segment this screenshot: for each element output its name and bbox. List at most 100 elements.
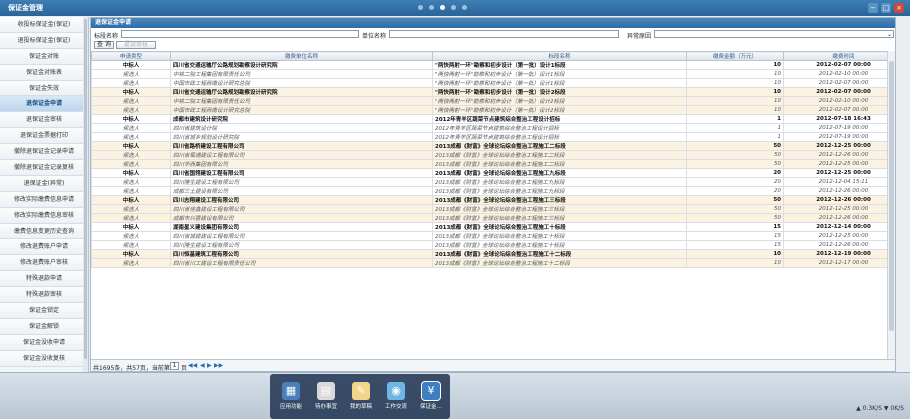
prev-page-icon[interactable]: ◀ xyxy=(200,362,205,369)
window-title: 保证金管理 xyxy=(8,4,43,12)
sidebar-item[interactable]: 特殊退款审核 xyxy=(0,287,88,304)
column-header[interactable]: 标段名称 xyxy=(432,51,687,61)
sidebar-item[interactable]: 缴费信息变更历史查询 xyxy=(0,223,88,240)
maximize-button[interactable]: □ xyxy=(881,3,891,13)
table-row[interactable]: 中标人 四川省路桥建设工程有限公司 2013成都《财富》全球论坛综合整治工程施工二标… xyxy=(91,141,895,151)
table-cell: 2012-07-19 00:00 xyxy=(783,123,895,133)
table-row[interactable]: 候选人 中铁二院工程集团有限责任公司 "两快两射一环"勘察和初步设计（第一批）设计1… xyxy=(91,69,895,79)
table-cell: 中标人 xyxy=(91,87,171,97)
table-cell: 1 xyxy=(686,132,784,142)
unit-name-input[interactable] xyxy=(389,30,619,38)
grid-body: 中标人 四川省交通运输厅公路规划勘察设计研究院 "两快两射一环"勘察和初步设计（第一… xyxy=(91,60,895,268)
table-cell: 中标人 xyxy=(91,222,171,232)
table-row[interactable]: 候选人 四川省城建建设工程有限公司 2013成都《财富》全球论坛综合整治工程施工十标… xyxy=(91,231,895,241)
page-dot-active[interactable] xyxy=(440,5,445,10)
table-row[interactable]: 中标人 四川恒基建筑工程有限公司 2013成都《财富》全球论坛综合整治工程施工十二标… xyxy=(91,249,895,259)
first-page-icon[interactable]: ◀◀ xyxy=(188,362,197,369)
table-cell: 中标人 xyxy=(91,249,171,259)
table-row[interactable]: 候选人 四川隆生建设工程有限公司 2013成都《财富》全球论坛综合整治工程施工十标段… xyxy=(91,240,895,250)
sidebar-scrollbar[interactable] xyxy=(83,17,88,372)
query-button[interactable]: 查 询 xyxy=(94,41,114,49)
sidebar-item[interactable]: 退保证金审核 xyxy=(0,112,88,129)
table-row[interactable]: 候选人 成都三土建设有限公司 2013成都《财富》全球论坛综合整治工程施工九标段 20… xyxy=(91,186,895,196)
dock-app[interactable]: ◉ 工作交流 xyxy=(381,382,411,410)
sidebar-item[interactable]: 保证金没收申请 xyxy=(0,334,88,351)
table-cell: 四川省路桥建设工程有限公司 xyxy=(170,141,433,151)
close-button[interactable]: × xyxy=(894,3,904,13)
sidebar-item[interactable]: 撤除退保证金记录复核 xyxy=(0,160,88,176)
sidebar-item[interactable]: 保证金对账表 xyxy=(0,64,88,81)
table-row[interactable]: 候选人 中国市政工程西南设计研究总院 "两快两射一环"勘察和初步设计（第一批）设计1… xyxy=(91,78,895,88)
abnormal-reason-select[interactable]: ⌄ xyxy=(654,30,894,38)
table-cell: 1 xyxy=(686,123,784,133)
table-cell: 候选人 xyxy=(91,258,171,268)
table-cell: 50 xyxy=(686,195,784,205)
table-cell: 候选人 xyxy=(91,159,171,169)
column-header[interactable]: 缴费时间 xyxy=(783,51,895,61)
dock-app-label: 待办事宜 xyxy=(314,404,337,410)
action-bar: 查 询 提请审核 xyxy=(91,40,895,51)
table-cell: 2012年青羊区蔬菜节点建筑综合整治工程设计招标 xyxy=(432,132,687,142)
table-cell: 50 xyxy=(686,150,784,160)
dock-app[interactable]: ▦ 应用功能 xyxy=(276,382,306,410)
table-row[interactable]: 候选人 中铁二院工程集团有限责任公司 "两快两射一环"勘察和初步设计（第一批）设计2… xyxy=(91,96,895,106)
sidebar-item[interactable]: 退保证金票据打印 xyxy=(0,128,88,145)
submit-review-button[interactable]: 提请审核 xyxy=(116,41,156,49)
sidebar-item[interactable]: 收投标保证金(保证) xyxy=(0,17,88,33)
pager-suffix: 页 xyxy=(181,365,188,372)
table-row[interactable]: 候选人 四川省城乡规划设计研究院 2012年青羊区蔬菜节点建筑综合整治工程设计招标 1… xyxy=(91,132,895,142)
page-dot[interactable] xyxy=(418,5,423,10)
table-cell: 候选人 xyxy=(91,150,171,160)
sidebar-item[interactable]: 退投标保证金(保证) xyxy=(0,32,88,49)
last-page-icon[interactable]: ▶▶ xyxy=(214,362,223,369)
sidebar-item[interactable]: 撤除退保证金记录申请 xyxy=(0,144,88,161)
sidebar-item[interactable]: 退保证金申请 xyxy=(0,96,88,113)
table-row[interactable]: 中标人 四川志翔建设工程有限公司 2013成都《财富》全球论坛综合整治工程施工三标段… xyxy=(91,195,895,205)
sidebar-item[interactable]: 修改实际缴费信息审核 xyxy=(0,207,88,224)
table-row[interactable]: 候选人 四川华西集团有限公司 2013成都《财富》全球论坛综合整治工程施工二标段 50… xyxy=(91,159,895,169)
dock-app[interactable]: ✎ 我的草稿 xyxy=(346,382,376,410)
table-row[interactable]: 候选人 四川隆生建设工程有限公司 2013成都《财富》全球论坛综合整治工程施工九标段… xyxy=(91,177,895,187)
abnormal-label: 异常原因 xyxy=(627,33,652,40)
grid-scroll-thumb[interactable] xyxy=(889,61,894,331)
page-number-input[interactable]: 1 xyxy=(170,362,179,370)
dock-app[interactable]: ¥ 保证金… xyxy=(416,382,446,410)
sidebar-item[interactable]: 修改退费账户审核 xyxy=(0,255,88,272)
table-cell: 2012-12-04 15:11 xyxy=(783,177,895,187)
table-row[interactable]: 候选人 四川省建筑设计院 2012年青羊区蔬菜节点建筑综合整治工程设计招标 1 2012… xyxy=(91,123,895,133)
sidebar-item[interactable]: 保证金没收复核 xyxy=(0,350,88,367)
sidebar-item[interactable]: 保证金解锁 xyxy=(0,318,88,335)
column-header[interactable]: 缴费金额（万元） xyxy=(686,51,784,61)
table-row[interactable]: 中标人 四川省交通运输厅公路规划勘察设计研究院 "两快两射一环"勘察和初步设计（第一… xyxy=(91,87,895,97)
table-cell: 2012-02-07 00:00 xyxy=(783,87,895,97)
table-row[interactable]: 中标人 成都市建筑设计研究院 2012年青羊区蔬菜节点建筑综合整治工程设计招标 1 20… xyxy=(91,114,895,124)
column-header[interactable]: 缴费单位名称 xyxy=(170,51,433,61)
tender-name-input[interactable] xyxy=(121,30,359,38)
table-row[interactable]: 候选人 四川省佳鑫建设工程有限公司 2013成都《财富》全球论坛综合整治工程施工三标… xyxy=(91,204,895,214)
sidebar-item[interactable]: 修改实际缴费信息申请 xyxy=(0,191,88,208)
table-row[interactable]: 候选人 四川省川工建设工程有限责任公司 2013成都《财富》全球论坛综合整治工程施工… xyxy=(91,258,895,268)
page-dot[interactable] xyxy=(462,5,467,10)
table-row[interactable]: 候选人 四川省蜀通建设工程有限公司 2013成都《财富》全球论坛综合整治工程施工二标… xyxy=(91,150,895,160)
sidebar-item[interactable]: 保证金对账 xyxy=(0,48,88,65)
dock-app[interactable]: ▤ 待办事宜 xyxy=(311,382,341,410)
sidebar-item[interactable]: 退保证金(异常) xyxy=(0,175,88,192)
table-row[interactable]: 中标人 四川省国翎建设工程有限公司 2013成都《财富》全球论坛综合整治工程施工九标… xyxy=(91,168,895,178)
grid-scrollbar[interactable] xyxy=(887,51,895,360)
table-cell: 2013成都《财富》全球论坛综合整治工程施工二标段 xyxy=(432,150,687,160)
page-dot[interactable] xyxy=(429,5,434,10)
minimize-button[interactable]: − xyxy=(868,3,878,13)
sidebar-item[interactable]: 保证金锁定 xyxy=(0,303,88,319)
table-row[interactable]: 中标人 湖南星义建设集团有限公司 2013成都《财富》全球论坛综合整治工程施工十标段… xyxy=(91,222,895,232)
column-header[interactable]: 申请类型 xyxy=(91,51,171,61)
table-row[interactable]: 中标人 四川省交通运输厅公路规划勘察设计研究院 "两快两射一环"勘察和初步设计（第一… xyxy=(91,60,895,70)
next-page-icon[interactable]: ▶ xyxy=(207,362,212,369)
sidebar-scroll-thumb[interactable] xyxy=(84,19,87,359)
sidebar-item[interactable]: 修改退费账户申请 xyxy=(0,239,88,256)
page-dot[interactable] xyxy=(451,5,456,10)
sidebar-item[interactable]: 保证金失效 xyxy=(0,80,88,97)
table-row[interactable]: 候选人 中国市政工程西南设计研究总院 "两快两射一环"勘察和初步设计（第一批）设计2… xyxy=(91,105,895,115)
table-cell: 候选人 xyxy=(91,240,171,250)
table-row[interactable]: 候选人 成都市兴蓉建设有限公司 2013成都《财富》全球论坛综合整治工程施工三标段 5… xyxy=(91,213,895,223)
sidebar-item[interactable]: 特殊退款申请 xyxy=(0,271,88,288)
